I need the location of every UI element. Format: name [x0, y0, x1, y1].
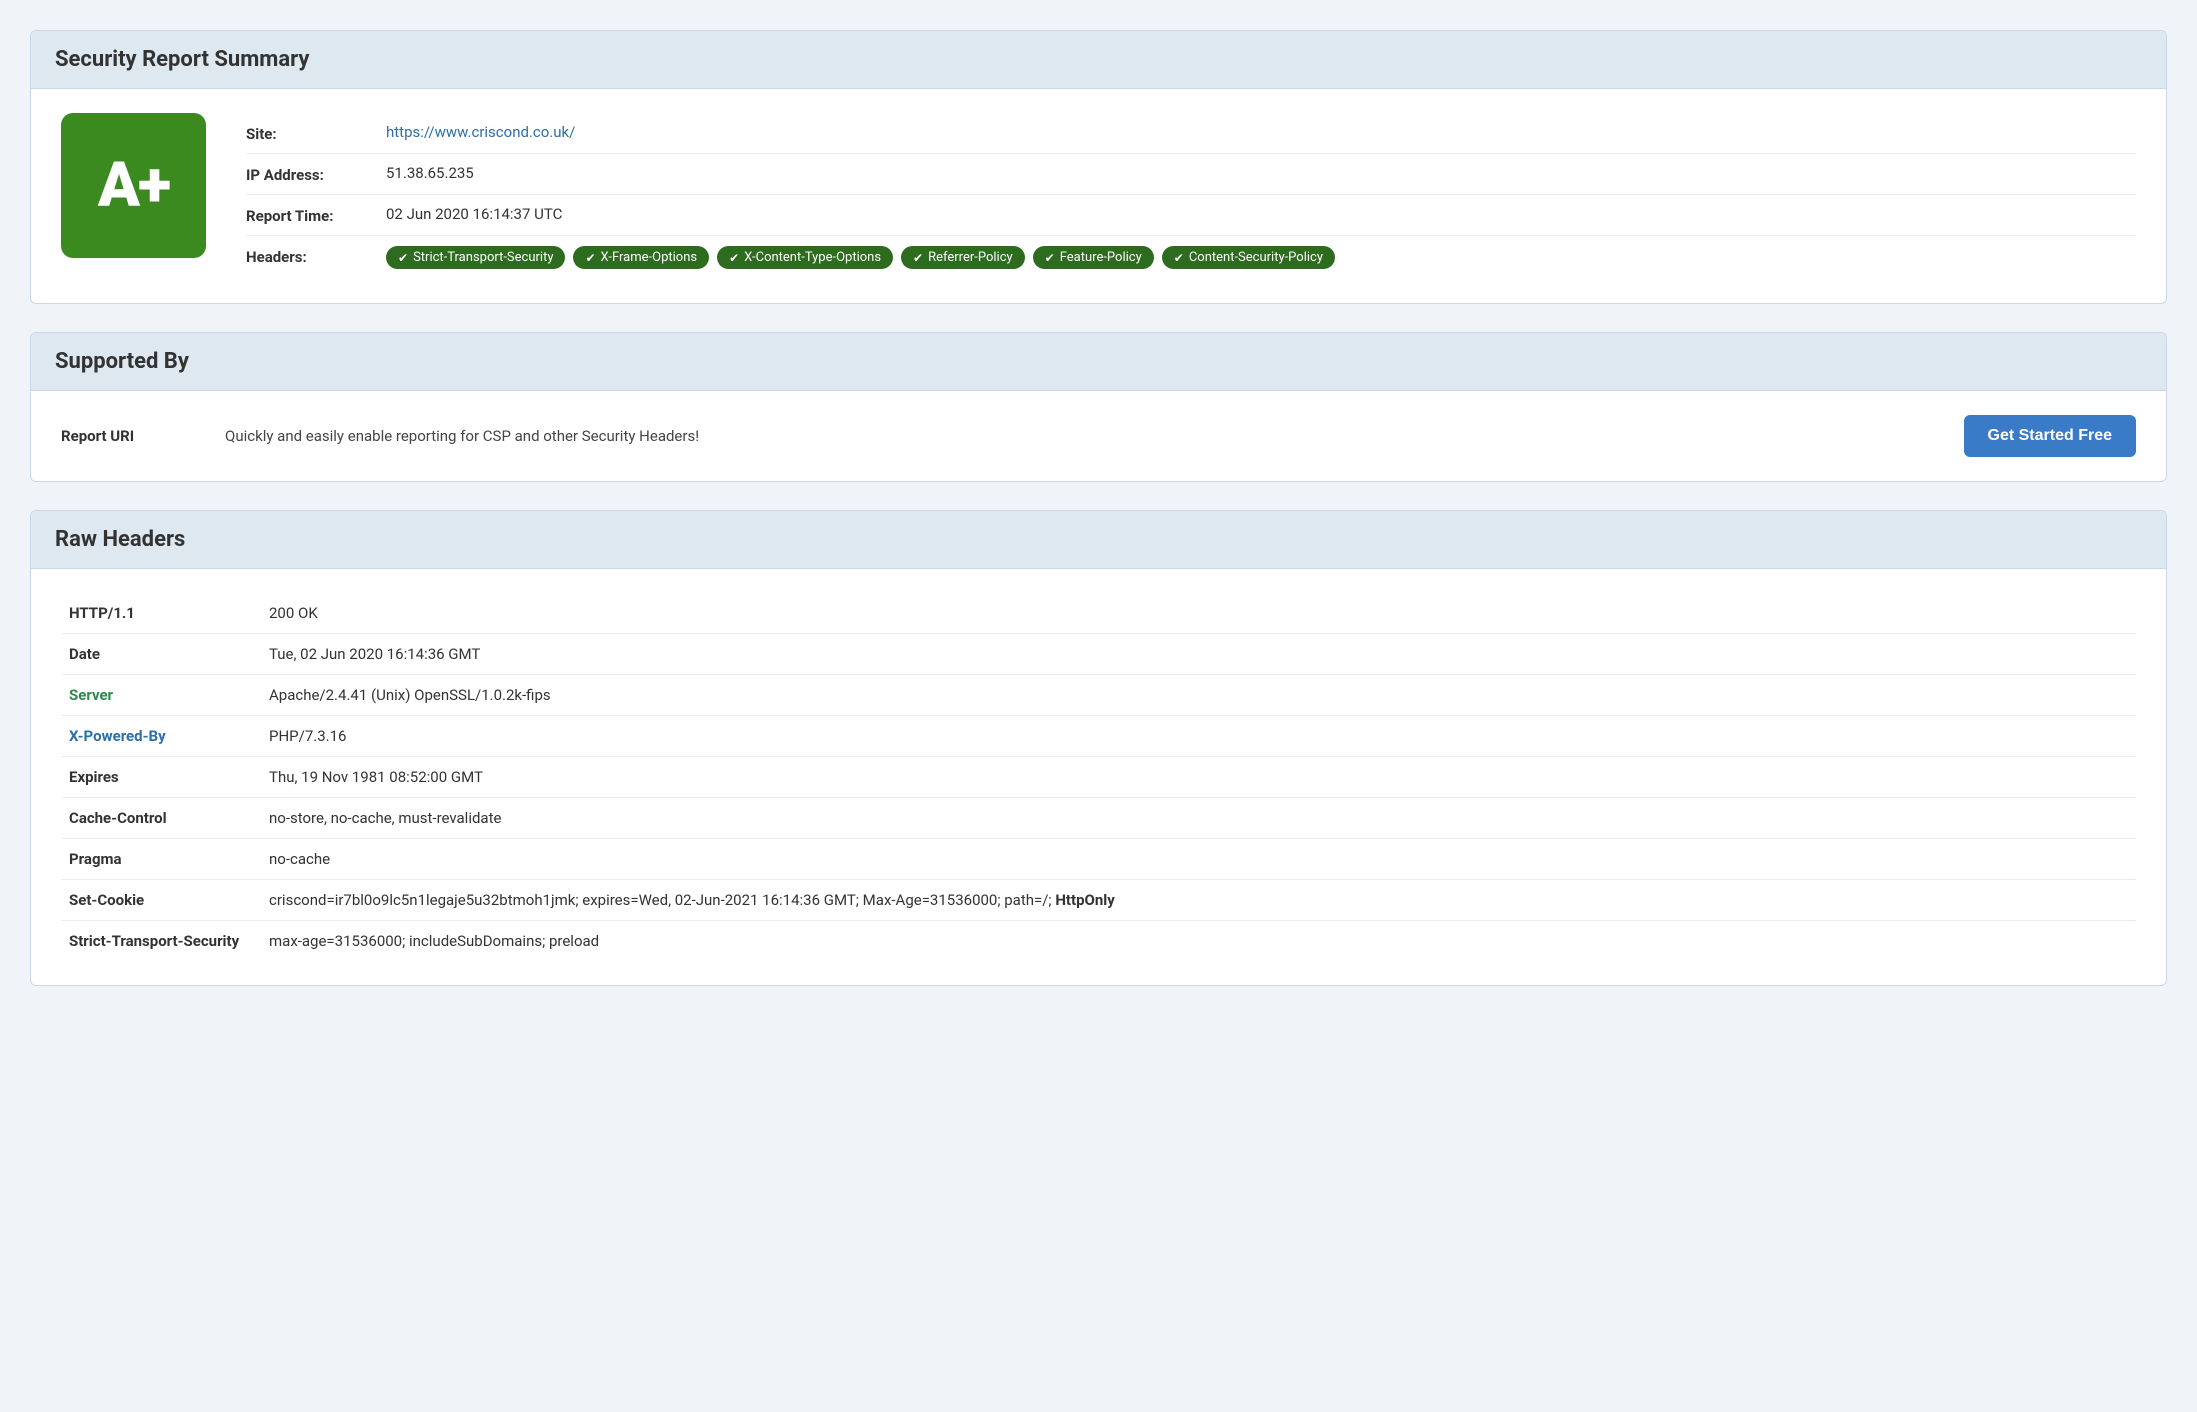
raw-header-label: Strict-Transport-Security — [61, 921, 261, 962]
headers-label: Headers: — [246, 246, 386, 266]
raw-header-label: Date — [61, 634, 261, 675]
table-row: Set-Cookiecriscond=ir7bl0o9lc5n1legaje5u… — [61, 880, 2136, 921]
raw-header-value: no-cache — [261, 839, 2136, 880]
supported-description: Quickly and easily enable reporting for … — [225, 427, 1940, 445]
supported-by-header: Supported By — [31, 333, 2166, 391]
security-report-body: A+ Site: https://www.criscond.co.uk/ IP … — [31, 89, 2166, 303]
raw-headers-header: Raw Headers — [31, 511, 2166, 569]
raw-header-label: Server — [61, 675, 261, 716]
report-uri-label: Report URI — [61, 427, 201, 445]
headers-value: ✔Strict-Transport-Security ✔X-Frame-Optio… — [386, 246, 2136, 269]
report-time-value: 02 Jun 2020 16:14:37 UTC — [386, 205, 2136, 223]
raw-header-value: max-age=31536000; includeSubDomains; pre… — [261, 921, 2136, 962]
raw-header-value: no-store, no-cache, must-revalidate — [261, 798, 2136, 839]
header-badge: ✔Content-Security-Policy — [1162, 246, 1335, 269]
table-row: X-Powered-ByPHP/7.3.16 — [61, 716, 2136, 757]
ip-label: IP Address: — [246, 164, 386, 184]
table-row: ServerApache/2.4.41 (Unix) OpenSSL/1.0.2… — [61, 675, 2136, 716]
site-value: https://www.criscond.co.uk/ — [386, 123, 2136, 141]
supported-by-body: Report URI Quickly and easily enable rep… — [31, 391, 2166, 481]
header-badge: ✔Strict-Transport-Security — [386, 246, 565, 269]
get-started-button[interactable]: Get Started Free — [1964, 415, 2136, 457]
table-row: DateTue, 02 Jun 2020 16:14:36 GMT — [61, 634, 2136, 675]
raw-header-label: X-Powered-By — [61, 716, 261, 757]
headers-row: Headers: ✔Strict-Transport-Security ✔X-Fr… — [246, 236, 2136, 279]
header-badge: ✔Feature-Policy — [1033, 246, 1154, 269]
header-badge: ✔Referrer-Policy — [901, 246, 1025, 269]
ip-value: 51.38.65.235 — [386, 164, 2136, 182]
grade-badge: A+ — [61, 113, 206, 258]
grade-text: A+ — [98, 155, 169, 217]
table-row: Strict-Transport-Securitymax-age=3153600… — [61, 921, 2136, 962]
raw-header-value: 200 OK — [261, 593, 2136, 634]
header-badge: ✔X-Content-Type-Options — [717, 246, 893, 269]
report-time-label: Report Time: — [246, 205, 386, 225]
supported-row: Report URI Quickly and easily enable rep… — [61, 415, 2136, 457]
site-label: Site: — [246, 123, 386, 143]
raw-header-value: Thu, 19 Nov 1981 08:52:00 GMT — [261, 757, 2136, 798]
raw-header-label: Pragma — [61, 839, 261, 880]
raw-headers-table: HTTP/1.1200 OKDateTue, 02 Jun 2020 16:14… — [61, 593, 2136, 961]
raw-headers-title: Raw Headers — [55, 527, 2142, 552]
table-row: ExpiresThu, 19 Nov 1981 08:52:00 GMT — [61, 757, 2136, 798]
site-row: Site: https://www.criscond.co.uk/ — [246, 113, 2136, 154]
raw-header-value: Apache/2.4.41 (Unix) OpenSSL/1.0.2k-fips — [261, 675, 2136, 716]
raw-headers-card: Raw Headers HTTP/1.1200 OKDateTue, 02 Ju… — [30, 510, 2167, 986]
security-report-title: Security Report Summary — [55, 47, 2142, 72]
raw-header-value: PHP/7.3.16 — [261, 716, 2136, 757]
summary-layout: A+ Site: https://www.criscond.co.uk/ IP … — [61, 113, 2136, 279]
raw-header-label: Expires — [61, 757, 261, 798]
supported-by-card: Supported By Report URI Quickly and easi… — [30, 332, 2167, 482]
headers-group: ✔Strict-Transport-Security ✔X-Frame-Optio… — [386, 246, 2136, 269]
raw-header-label: HTTP/1.1 — [61, 593, 261, 634]
security-report-header: Security Report Summary — [31, 31, 2166, 89]
raw-header-value: criscond=ir7bl0o9lc5n1legaje5u32btmoh1jm… — [261, 880, 2136, 921]
supported-by-title: Supported By — [55, 349, 2142, 374]
security-report-card: Security Report Summary A+ Site: https:/… — [30, 30, 2167, 304]
raw-header-value: Tue, 02 Jun 2020 16:14:36 GMT — [261, 634, 2136, 675]
table-row: Cache-Controlno-store, no-cache, must-re… — [61, 798, 2136, 839]
raw-header-label: Cache-Control — [61, 798, 261, 839]
report-time-row: Report Time: 02 Jun 2020 16:14:37 UTC — [246, 195, 2136, 236]
summary-details: Site: https://www.criscond.co.uk/ IP Add… — [246, 113, 2136, 279]
header-badge: ✔X-Frame-Options — [573, 246, 709, 269]
table-row: Pragmano-cache — [61, 839, 2136, 880]
site-link[interactable]: https://www.criscond.co.uk/ — [386, 123, 575, 141]
raw-headers-body: HTTP/1.1200 OKDateTue, 02 Jun 2020 16:14… — [31, 569, 2166, 985]
ip-row: IP Address: 51.38.65.235 — [246, 154, 2136, 195]
table-row: HTTP/1.1200 OK — [61, 593, 2136, 634]
raw-header-label: Set-Cookie — [61, 880, 261, 921]
